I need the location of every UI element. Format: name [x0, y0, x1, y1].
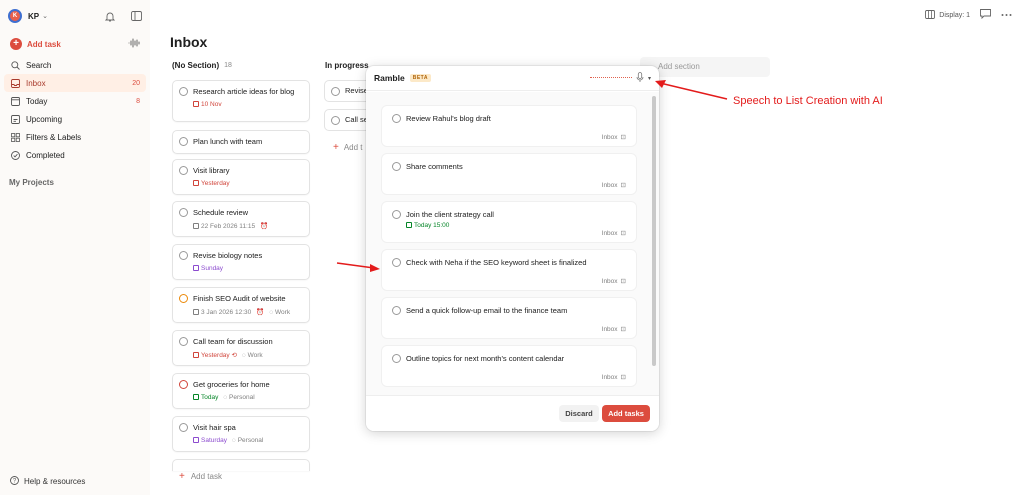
- annotation-arrow-mic: [659, 82, 728, 100]
- annotation-arrowhead: [370, 264, 380, 272]
- annotation-label: Speech to List Creation with AI: [733, 95, 883, 107]
- annotation-arrows: [336, 80, 728, 272]
- annotation-arrow-task: [336, 262, 375, 269]
